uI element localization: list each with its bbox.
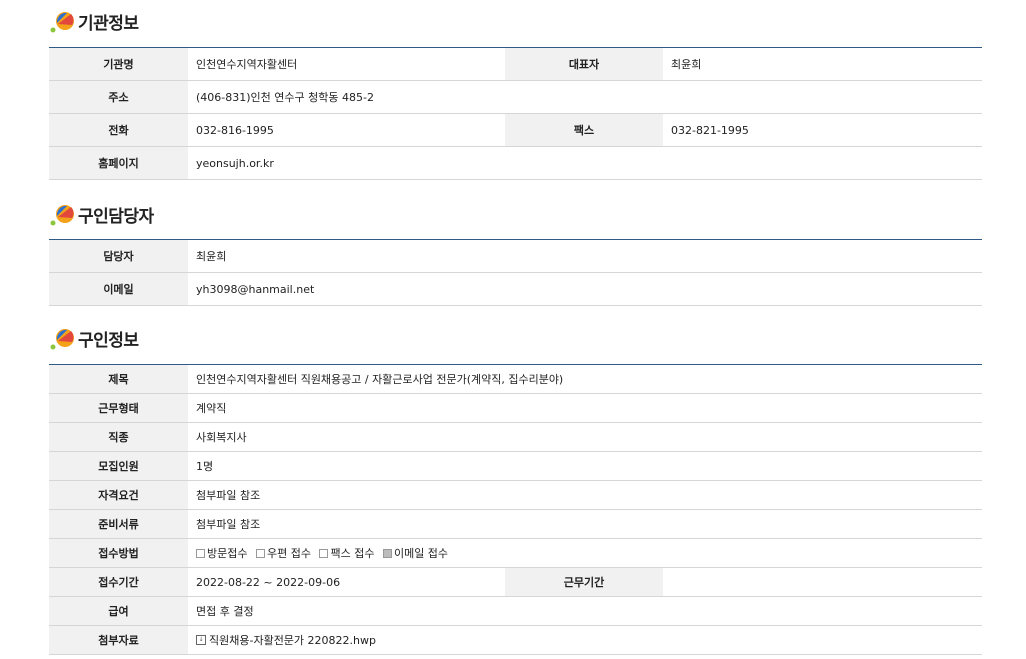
org-representative: 최윤희 <box>663 47 982 81</box>
contact-email: yh3098@hanmail.net <box>188 272 982 306</box>
section-heading: 구인정보 <box>78 330 139 351</box>
row-label: 접수기간 <box>49 567 188 597</box>
org-homepage: yeonsujh.or.kr <box>188 146 982 180</box>
job-headcount: 1명 <box>188 451 983 481</box>
org-address: (406-831)인천 연수구 청학동 485-2 <box>188 80 982 114</box>
job-qualification: 첨부파일 참조 <box>188 480 983 510</box>
checkbox-icon <box>255 548 265 558</box>
method-fax: 팩스 접수 <box>319 547 374 560</box>
org-info-table: 기관명 인천연수지역자활센터 대표자 최윤희 주소 (406-831)인천 연수… <box>49 47 982 180</box>
table-row: 근무형태 계약직 <box>49 393 983 423</box>
table-row: 제목 인천연수지역자활센터 직원채용공고 / 자활근로사업 전문가(계약직, 집… <box>49 364 983 394</box>
org-name: 인천연수지역자활센터 <box>188 47 505 81</box>
job-workperiod <box>663 567 983 597</box>
org-fax: 032-821-1995 <box>663 113 982 147</box>
job-worktype: 계약직 <box>188 393 983 423</box>
row-label: 첨부자료 <box>49 625 188 655</box>
method-label: 팩스 접수 <box>330 547 375 560</box>
job-subject: 인천연수지역자활센터 직원채용공고 / 자활근로사업 전문가(계약직, 집수리분… <box>188 364 983 394</box>
table-row: 담당자 최윤희 <box>49 239 982 273</box>
row-label: 근무기간 <box>505 567 663 597</box>
row-label: 전화 <box>49 113 188 147</box>
method-label: 우편 접수 <box>266 547 311 560</box>
section-logo-icon <box>50 8 76 34</box>
contact-info-table: 담당자 최윤희 이메일 yh3098@hanmail.net <box>49 239 982 306</box>
table-row: 모집인원 1명 <box>49 451 983 481</box>
table-row: 접수방법 방문접수 우편 접수 팩스 접수 이메일 접수 <box>49 538 983 568</box>
contact-section-title: 구인담당자 <box>50 201 154 227</box>
job-documents: 첨부파일 참조 <box>188 509 983 539</box>
row-label: 직종 <box>49 422 188 452</box>
job-attachment: ↓ 직원채용-자활전문가 220822.hwp <box>188 625 983 655</box>
org-phone: 032-816-1995 <box>188 113 505 147</box>
checkbox-icon <box>319 548 329 558</box>
table-row: 홈페이지 yeonsujh.or.kr <box>49 146 982 180</box>
row-label: 급여 <box>49 596 188 626</box>
job-info-table: 제목 인천연수지역자활센터 직원채용공고 / 자활근로사업 전문가(계약직, 집… <box>49 364 983 655</box>
table-row: 이메일 yh3098@hanmail.net <box>49 272 982 306</box>
row-label: 대표자 <box>505 47 663 81</box>
row-label: 준비서류 <box>49 509 188 539</box>
table-row: 첨부자료 ↓ 직원채용-자활전문가 220822.hwp <box>49 625 983 655</box>
table-row: 기관명 인천연수지역자활센터 대표자 최윤희 <box>49 47 982 81</box>
checkbox-icon <box>196 548 205 558</box>
table-row: 접수기간 2022-08-22 ~ 2022-09-06 근무기간 <box>49 567 983 597</box>
contact-person: 최윤희 <box>188 239 982 273</box>
table-row: 급여 면접 후 결정 <box>49 596 983 626</box>
row-label: 홈페이지 <box>49 146 188 180</box>
job-section-title: 구인정보 <box>50 325 139 351</box>
org-section-title: 기관정보 <box>50 8 139 34</box>
method-mail: 우편 접수 <box>255 547 311 560</box>
table-row: 전화 032-816-1995 팩스 032-821-1995 <box>49 113 982 147</box>
file-icon: ↓ <box>196 635 206 645</box>
section-logo-icon <box>50 325 76 351</box>
method-email: 이메일 접수 <box>382 547 449 560</box>
row-label: 접수방법 <box>49 538 188 568</box>
row-label: 자격요건 <box>49 480 188 510</box>
row-label: 제목 <box>49 364 188 394</box>
section-heading: 기관정보 <box>78 13 139 34</box>
section-heading: 구인담당자 <box>78 206 154 227</box>
attachment-link[interactable]: 직원채용-자활전문가 220822.hwp <box>209 634 376 647</box>
table-row: 준비서류 첨부파일 참조 <box>49 509 983 539</box>
method-visit: 방문접수 <box>196 547 247 560</box>
method-label: 이메일 접수 <box>393 547 449 560</box>
row-label: 담당자 <box>49 239 188 273</box>
row-label: 모집인원 <box>49 451 188 481</box>
table-row: 주소 (406-831)인천 연수구 청학동 485-2 <box>49 80 982 114</box>
row-label: 근무형태 <box>49 393 188 423</box>
checkbox-checked-icon <box>382 548 392 558</box>
row-label: 팩스 <box>505 113 663 147</box>
row-label: 주소 <box>49 80 188 114</box>
job-period: 2022-08-22 ~ 2022-09-06 <box>188 567 505 597</box>
job-methods: 방문접수 우편 접수 팩스 접수 이메일 접수 <box>188 538 983 568</box>
section-logo-icon <box>50 201 76 227</box>
job-occupation: 사회복지사 <box>188 422 983 452</box>
table-row: 자격요건 첨부파일 참조 <box>49 480 983 510</box>
row-label: 기관명 <box>49 47 188 81</box>
row-label: 이메일 <box>49 272 188 306</box>
table-row: 직종 사회복지사 <box>49 422 983 452</box>
method-label: 방문접수 <box>207 547 248 560</box>
job-salary: 면접 후 결정 <box>188 596 983 626</box>
